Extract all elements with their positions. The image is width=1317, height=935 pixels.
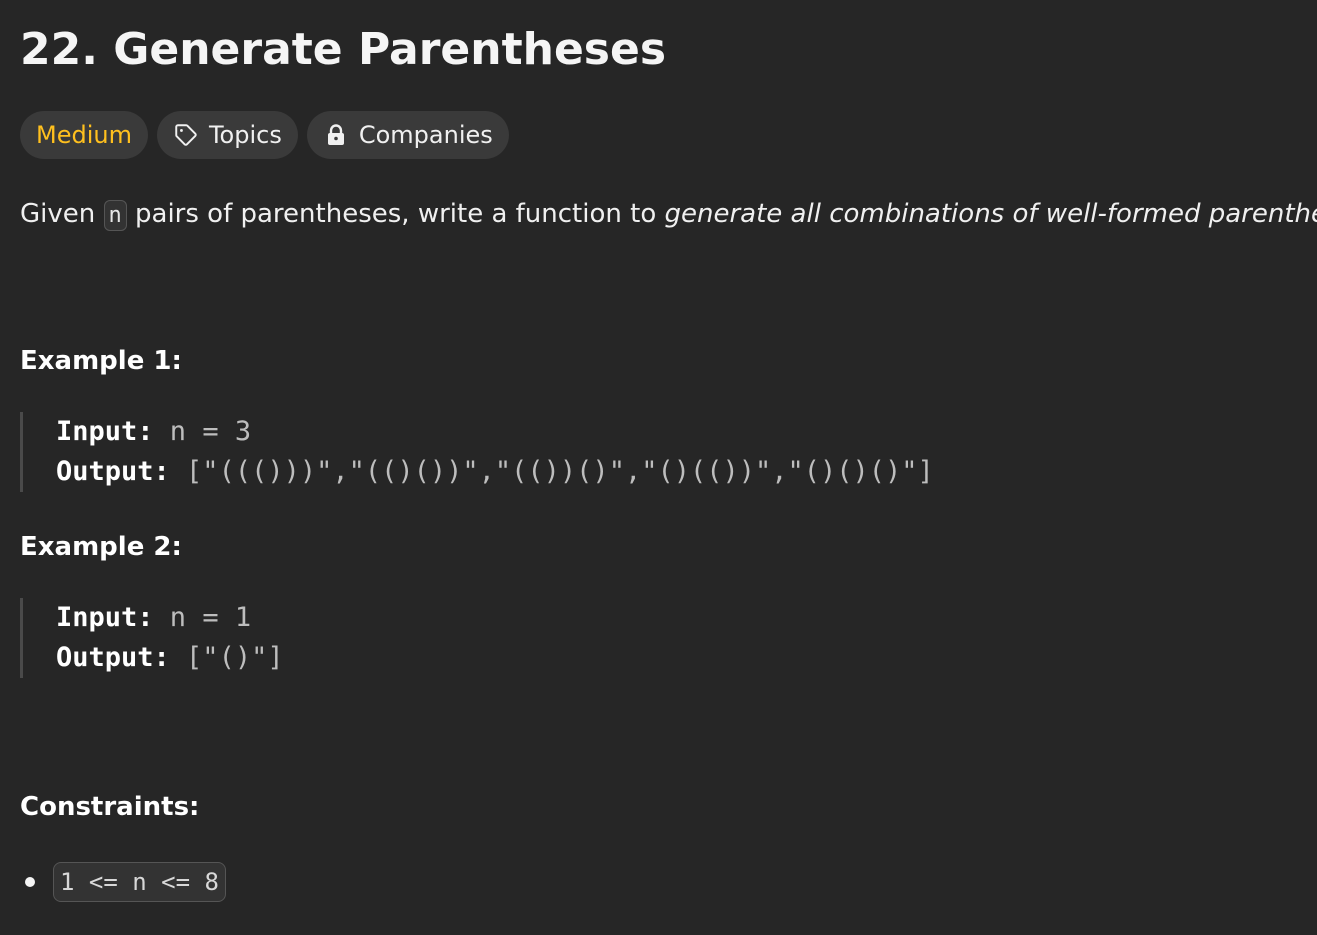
example-2-input: Input: n = 1 [56,598,284,638]
example-1-block: Input: n = 3 Output: ["((()))","(()())",… [20,412,934,492]
topics-label: Topics [208,121,282,149]
constraints-list: 1 <= n <= 8 [20,862,226,902]
inline-code-n: n [103,200,127,231]
topics-button[interactable]: Topics [156,111,298,159]
input-value: n = 3 [153,416,252,447]
input-value: n = 1 [153,602,252,633]
problem-statement: Given n pairs of parentheses, write a fu… [20,194,1317,236]
constraint-item: 1 <= n <= 8 [53,862,226,902]
companies-button[interactable]: Companies [306,111,509,159]
statement-emphasis: generate all combinations of well-formed… [664,199,1317,229]
example-2-output: Output: ["()"] [56,638,284,678]
example-1-heading: Example 1: [20,346,182,376]
input-label: Input: [56,602,154,633]
output-label: Output: [56,456,170,487]
difficulty-label: Medium [36,121,132,149]
example-1-input: Input: n = 3 [56,412,934,452]
tag-icon [173,122,199,148]
example-2-block: Input: n = 1 Output: ["()"] [20,598,284,678]
bullet-icon [25,877,35,887]
lock-icon [323,122,349,148]
problem-description-panel: 22. Generate Parentheses Medium Topics C… [20,0,1317,935]
statement-text-middle: pairs of parentheses, write a function t… [126,199,665,229]
output-value: ["((()))","(()())","(())()","()(())","()… [169,456,934,487]
problem-tags: Medium Topics Companies [20,111,509,159]
difficulty-badge: Medium [20,111,148,159]
constraints-heading: Constraints: [20,792,200,822]
example-2-heading: Example 2: [20,532,182,562]
example-1-output: Output: ["((()))","(()())","(())()","()(… [56,452,934,492]
output-label: Output: [56,642,170,673]
companies-label: Companies [358,121,493,149]
input-label: Input: [56,416,154,447]
problem-title[interactable]: 22. Generate Parentheses [20,22,666,78]
statement-text-start: Given [20,199,104,229]
output-value: ["()"] [169,642,284,673]
